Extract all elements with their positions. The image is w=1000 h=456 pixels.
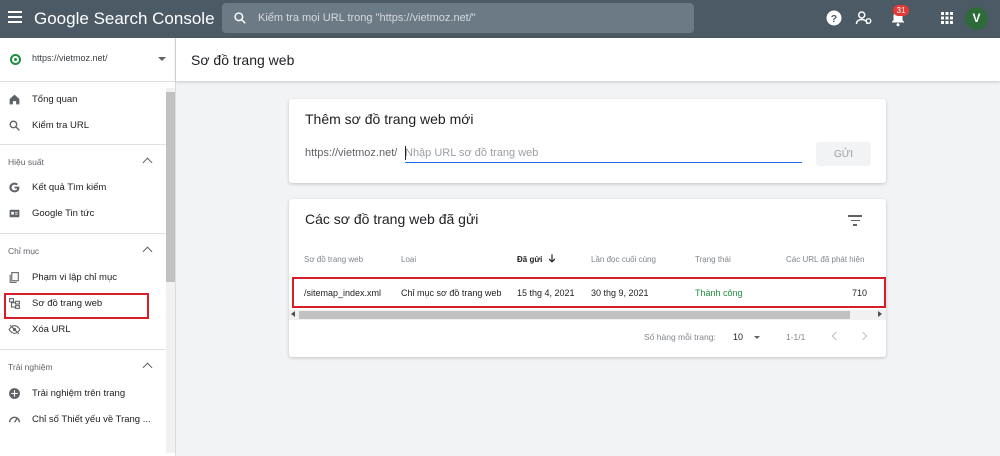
domain-prefix: https://vietmoz.net/ (305, 147, 398, 159)
sidebar-item-label: Trải nghiệm trên trang (32, 388, 126, 399)
product-logo[interactable]: Google Search Console (34, 9, 215, 29)
sidebar-item-label: Google Tin tức (32, 208, 95, 219)
account-avatar[interactable]: V (965, 7, 988, 30)
submitted-sitemaps-card: Các sơ đồ trang web đã gửi Sơ đồ trang w… (289, 199, 886, 357)
manage-users-icon[interactable] (855, 9, 873, 27)
news-icon (9, 209, 20, 218)
home-icon (9, 94, 20, 105)
sidebar-item-label: Xóa URL (32, 324, 71, 335)
divider (0, 233, 166, 234)
plus-circle-icon (9, 388, 20, 399)
column-header-status[interactable]: Trạng thái (695, 255, 731, 264)
sidebar-item-google-news[interactable]: Google Tin tức (0, 201, 166, 227)
scroll-right-arrow-icon[interactable] (878, 311, 882, 317)
help-icon[interactable]: ? (825, 9, 843, 27)
search-input[interactable] (258, 3, 678, 33)
sidebar-item-label: Phạm vi lập chỉ mục (32, 272, 118, 283)
section-label: Trải nghiệm (8, 362, 53, 372)
coverage-icon (9, 272, 19, 283)
column-header-type[interactable]: Loại (401, 255, 416, 264)
search-icon (9, 120, 20, 131)
property-status-icon (10, 54, 21, 65)
collapse-icon (142, 362, 153, 373)
brand-product: Search Console (93, 9, 215, 28)
page-title: Sơ đồ trang web (191, 52, 295, 68)
dropdown-caret-icon (158, 57, 166, 61)
column-header-last-read[interactable]: Lần đọc cuối cùng (591, 255, 656, 264)
rows-per-page-label: Số hàng mỗi trang: (644, 332, 716, 342)
sidebar-item-core-web-vitals[interactable]: Chỉ số Thiết yếu về Trang ... (0, 407, 166, 433)
url-inspection-search (222, 3, 694, 33)
svg-text:?: ? (831, 13, 837, 25)
cell-type: Chỉ mục sơ đồ trang web (401, 288, 502, 298)
sidebar-item-page-experience[interactable]: Trải nghiệm trên trang (0, 381, 166, 407)
section-label: Hiệu suất (8, 157, 44, 167)
section-performance[interactable]: Hiệu suất (0, 151, 166, 173)
hamburger-menu-icon[interactable] (8, 11, 22, 23)
sidebar-item-removals[interactable]: Xóa URL (0, 317, 166, 343)
google-apps-icon[interactable] (938, 9, 956, 27)
cell-sitemap: /sitemap_index.xml (304, 288, 382, 298)
next-page-icon[interactable] (858, 331, 868, 341)
submit-button[interactable]: GỬI (816, 142, 871, 166)
scroll-left-arrow-icon[interactable] (291, 311, 295, 317)
property-label: https://vietmoz.net/ (32, 53, 108, 63)
sitemaps-highlight-box (4, 293, 149, 319)
cell-discovered-urls: 710 (852, 288, 868, 298)
sidebar: https://vietmoz.net/ Tổng quan Kiểm tra … (0, 38, 176, 456)
table-scroll-thumb[interactable] (299, 311, 850, 319)
sidebar-scroll-thumb[interactable] (166, 92, 175, 282)
page-header: Sơ đồ trang web (176, 38, 1000, 81)
column-header-discovered-urls[interactable]: Các URL đã phát hiện (786, 255, 864, 264)
rows-per-page-select[interactable]: 10 (733, 332, 743, 342)
speed-icon (8, 416, 21, 423)
sidebar-item-url-inspection[interactable]: Kiểm tra URL (0, 113, 166, 139)
previous-page-icon[interactable] (831, 331, 841, 341)
collapse-icon (142, 157, 153, 168)
property-selector[interactable]: https://vietmoz.net/ (0, 38, 175, 82)
main-content: Sơ đồ trang web Thêm sơ đồ trang web mới… (176, 38, 1000, 456)
submitted-sitemaps-title: Các sơ đồ trang web đã gửi (305, 211, 479, 227)
cell-submitted: 15 thg 4, 2021 (517, 288, 575, 298)
rows-per-page-caret-icon[interactable] (754, 336, 760, 339)
google-g-icon (9, 182, 20, 193)
sitemap-url-input[interactable] (405, 143, 802, 163)
collapse-icon (142, 246, 153, 257)
text-cursor (405, 146, 406, 160)
hide-icon (8, 324, 21, 335)
column-header-submitted[interactable]: Đã gửi (517, 255, 542, 264)
search-icon (234, 12, 246, 24)
section-experience[interactable]: Trải nghiệm (0, 356, 166, 378)
cell-last-read: 30 thg 9, 2021 (591, 288, 649, 298)
brand-google: Google (34, 9, 89, 28)
sidebar-item-label: Tổng quan (32, 94, 78, 105)
sidebar-item-overview[interactable]: Tổng quan (0, 87, 166, 113)
column-header-sitemap[interactable]: Sơ đồ trang web (304, 255, 363, 264)
divider (0, 349, 166, 350)
section-label: Chỉ mục (8, 246, 40, 256)
filter-icon[interactable] (848, 215, 862, 227)
sidebar-item-search-results[interactable]: Kết quả Tìm kiếm (0, 175, 166, 201)
table-row[interactable] (292, 277, 886, 308)
sidebar-item-label: Kiểm tra URL (32, 120, 90, 131)
sidebar-item-label: Chỉ số Thiết yếu về Trang ... (32, 414, 151, 425)
pagination-range: 1-1/1 (786, 332, 806, 342)
notification-badge: 31 (893, 5, 909, 16)
top-app-bar: Google Search Console ? 31 V (0, 0, 1000, 38)
sort-descending-icon[interactable] (547, 253, 557, 264)
sidebar-item-coverage[interactable]: Phạm vi lập chỉ mục (0, 265, 166, 291)
add-sitemap-title: Thêm sơ đồ trang web mới (305, 111, 474, 127)
add-sitemap-card: Thêm sơ đồ trang web mới https://vietmoz… (289, 99, 886, 183)
sidebar-item-label: Kết quả Tìm kiếm (32, 182, 107, 193)
section-index[interactable]: Chỉ mục (0, 240, 166, 262)
divider (0, 144, 166, 145)
cell-status: Thành công (695, 288, 743, 298)
